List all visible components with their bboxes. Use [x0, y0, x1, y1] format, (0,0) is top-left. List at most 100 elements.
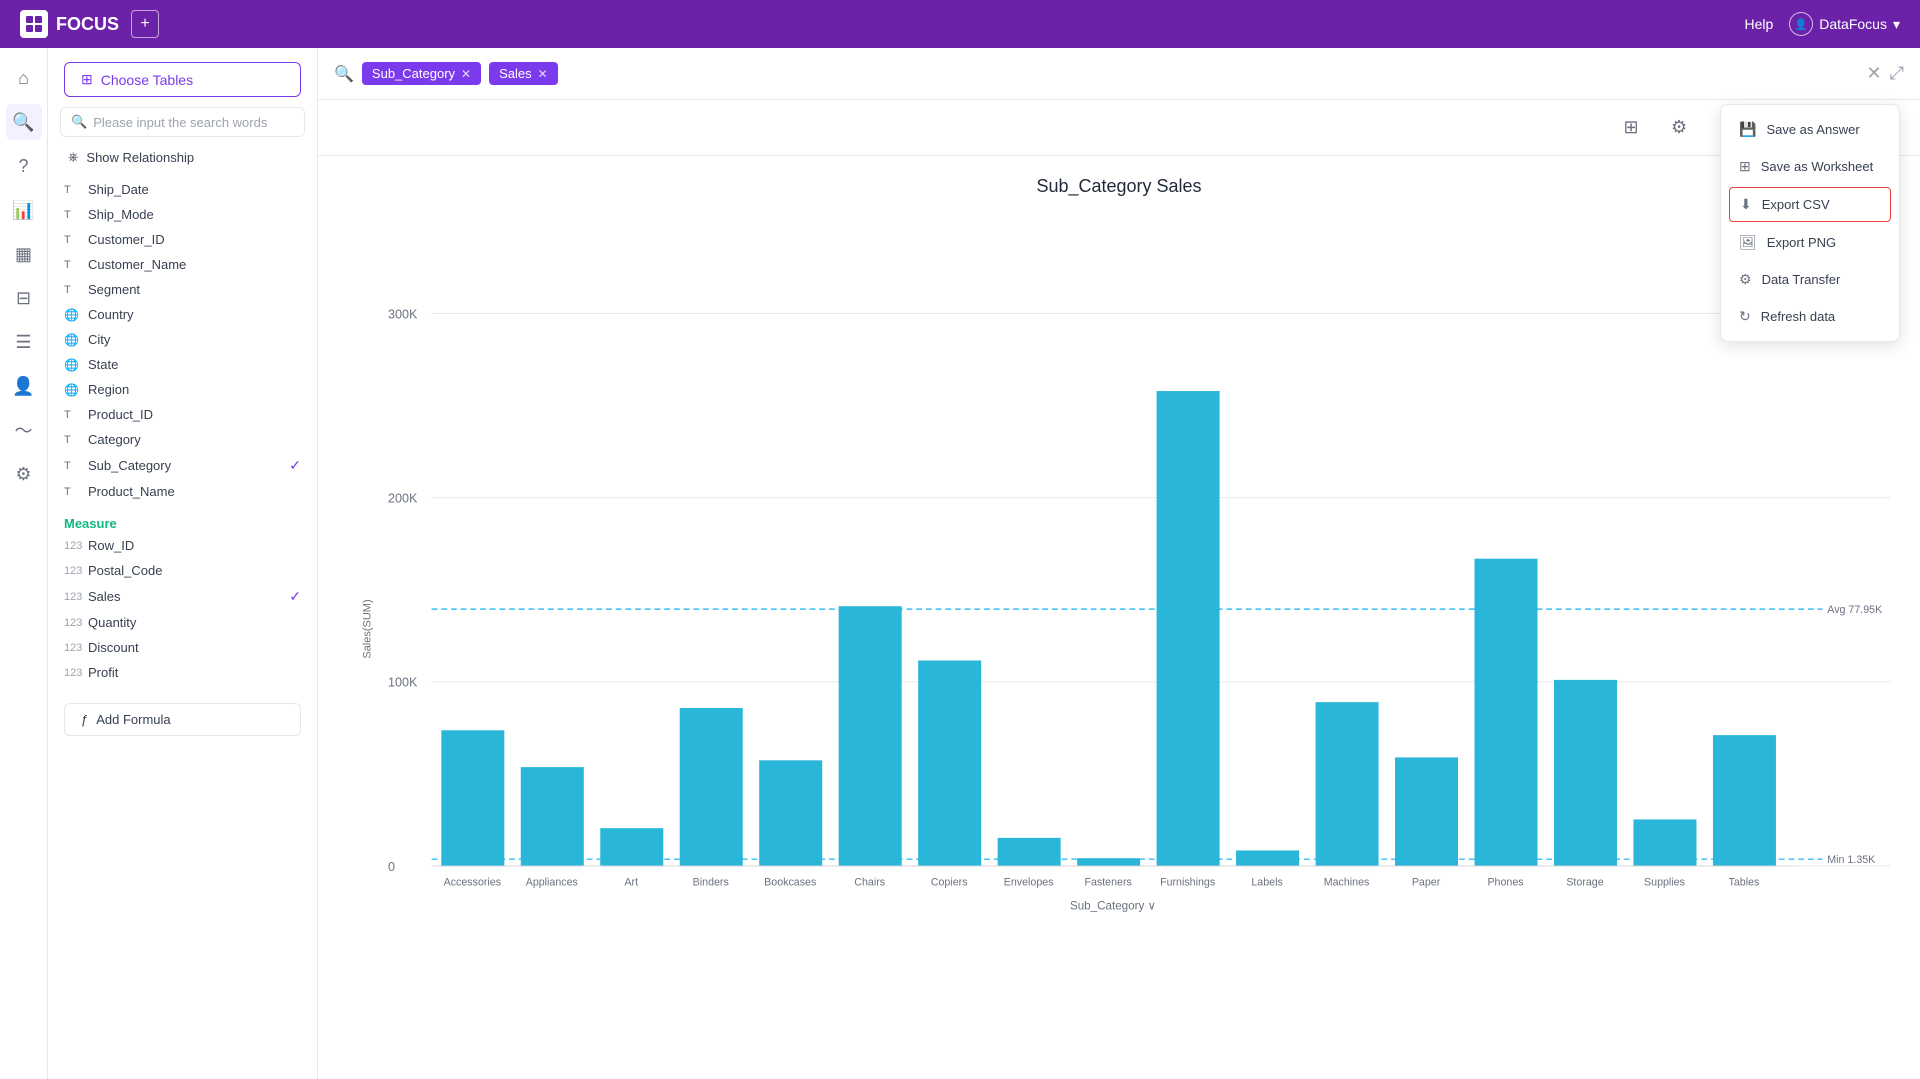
user-name: DataFocus	[1819, 16, 1887, 32]
tag-sub-category-label: Sub_Category	[372, 66, 455, 81]
measure-name: Discount	[88, 640, 139, 655]
table-icon: ⊞	[81, 71, 93, 88]
sidebar-list-icon[interactable]: ☰	[6, 324, 42, 360]
sidebar-board-icon[interactable]: ⊟	[6, 280, 42, 316]
search-input[interactable]	[566, 66, 1859, 82]
field-name: Segment	[88, 282, 140, 297]
field-check-icon: ✓	[289, 457, 301, 474]
sidebar-user-icon[interactable]: 👤	[6, 368, 42, 404]
field-item[interactable]: T Product_ID	[48, 402, 317, 427]
field-type-icon: T	[64, 284, 80, 296]
sidebar-home-icon[interactable]: ⌂	[6, 60, 42, 96]
relationship-icon: ⎈	[68, 149, 78, 165]
field-item[interactable]: T Product_Name	[48, 479, 317, 504]
new-tab-button[interactable]: +	[131, 10, 159, 38]
sidebar-question-icon[interactable]: ?	[6, 148, 42, 184]
tag-sales-label: Sales	[499, 66, 532, 81]
actions-dropdown: 💾 Save as Answer ⊞ Save as Worksheet ⬇ E…	[1720, 104, 1900, 342]
navbar-right: Help 👤 DataFocus ▾	[1744, 12, 1900, 36]
data-transfer-item[interactable]: ⚙ Data Transfer	[1721, 261, 1899, 298]
measure-name: Quantity	[88, 615, 136, 630]
measure-type-icon: 123	[64, 667, 80, 679]
field-search-box[interactable]: 🔍 Please input the search words	[60, 107, 305, 137]
measure-item[interactable]: 123 Row_ID	[48, 533, 317, 558]
export-png-item[interactable]: 🖼 Export PNG	[1721, 224, 1899, 261]
export-csv-item[interactable]: ⬇ Export CSV	[1729, 187, 1891, 222]
svg-text:Bookcases: Bookcases	[764, 876, 816, 888]
svg-text:Sub_Category ∨: Sub_Category ∨	[1070, 900, 1156, 913]
save-as-worksheet-item[interactable]: ⊞ Save as Worksheet	[1721, 148, 1899, 185]
measure-type-icon: 123	[64, 642, 80, 654]
transfer-icon: ⚙	[1739, 271, 1752, 288]
field-item[interactable]: 🌐 Country	[48, 302, 317, 327]
main-layout: ⌂ 🔍 ? 📊 ▦ ⊟ ☰ 👤 〜 ⚙ ⊞ Choose Tables 🔍 Pl…	[0, 48, 1920, 1079]
refresh-data-item[interactable]: ↻ Refresh data	[1721, 298, 1899, 335]
chart-svg-area: 300K 200K 100K 0 Avg 77.95K	[388, 207, 1900, 1050]
export-png-label: Export PNG	[1767, 235, 1836, 250]
field-item-left: T Segment	[64, 282, 140, 297]
field-item[interactable]: 🌐 Region	[48, 377, 317, 402]
tag-sales-close[interactable]: ✕	[538, 67, 548, 81]
layout-icon-button[interactable]: ⊞	[1613, 110, 1649, 146]
field-item-left: T Product_ID	[64, 407, 153, 422]
measure-item-left: 123 Discount	[64, 640, 139, 655]
field-item-left: T Sub_Category	[64, 458, 171, 473]
save-as-answer-item[interactable]: 💾 Save as Answer	[1721, 111, 1899, 148]
svg-text:Paper: Paper	[1412, 876, 1441, 888]
field-item-left: T Product_Name	[64, 484, 175, 499]
show-relationship-toggle[interactable]: ⎈ Show Relationship	[60, 145, 305, 169]
refresh-data-label: Refresh data	[1761, 309, 1835, 324]
tag-sub-category-close[interactable]: ✕	[461, 67, 471, 81]
sidebar-analytics-icon[interactable]: 〜	[6, 412, 42, 448]
sidebar-settings-icon[interactable]: ⚙	[6, 456, 42, 492]
field-item-left: 🌐 State	[64, 357, 118, 372]
measure-item[interactable]: 123 Profit	[48, 660, 317, 685]
help-link[interactable]: Help	[1744, 16, 1773, 32]
measures-section-label: Measure	[48, 512, 317, 533]
measure-item[interactable]: 123 Postal_Code	[48, 558, 317, 583]
field-item[interactable]: T Category	[48, 427, 317, 452]
search-placeholder: Please input the search words	[93, 115, 267, 130]
add-formula-button[interactable]: ƒ Add Formula	[64, 703, 301, 736]
field-item-left: 🌐 Region	[64, 382, 129, 397]
search-bar-icon[interactable]: 🔍	[334, 64, 354, 84]
choose-tables-button[interactable]: ⊞ Choose Tables	[64, 62, 301, 97]
measure-item[interactable]: 123 Sales ✓	[48, 583, 317, 610]
content-area: 🔍 Sub_Category ✕ Sales ✕ ✕ ⤢ ⊞ ⚙ ▦ ↻ Act…	[318, 48, 1920, 1079]
measure-item-left: 123 Postal_Code	[64, 563, 162, 578]
field-item[interactable]: T Segment	[48, 277, 317, 302]
user-avatar: 👤	[1789, 12, 1813, 36]
sidebar-search-icon[interactable]: 🔍	[6, 104, 42, 140]
measure-item[interactable]: 123 Discount	[48, 635, 317, 660]
field-item[interactable]: T Ship_Date	[48, 177, 317, 202]
field-item[interactable]: T Customer_Name	[48, 252, 317, 277]
sidebar-chart-icon[interactable]: 📊	[6, 192, 42, 228]
sidebar-table-icon[interactable]: ▦	[6, 236, 42, 272]
measure-name: Row_ID	[88, 538, 134, 553]
export-png-icon: 🖼	[1739, 234, 1757, 251]
measure-item[interactable]: 123 Quantity	[48, 610, 317, 635]
svg-text:Avg 77.95K: Avg 77.95K	[1827, 604, 1882, 616]
save-as-worksheet-label: Save as Worksheet	[1761, 159, 1873, 174]
field-type-icon: 🌐	[64, 333, 80, 347]
svg-text:Chairs: Chairs	[854, 876, 885, 888]
choose-tables-label: Choose Tables	[101, 72, 193, 88]
svg-text:Envelopes: Envelopes	[1004, 876, 1054, 888]
settings-icon-button[interactable]: ⚙	[1661, 110, 1697, 146]
chart-container: Sales(SUM) 300K 200K 100K 0	[338, 207, 1900, 1050]
data-transfer-label: Data Transfer	[1762, 272, 1841, 287]
logo-icon	[20, 10, 48, 38]
field-item[interactable]: T Sub_Category ✓	[48, 452, 317, 479]
expand-search-icon[interactable]: ⤢	[1890, 63, 1904, 84]
field-type-icon: T	[64, 409, 80, 421]
clear-search-icon[interactable]: ✕	[1867, 63, 1882, 84]
field-item[interactable]: T Customer_ID	[48, 227, 317, 252]
field-item[interactable]: T Ship_Mode	[48, 202, 317, 227]
svg-text:Accessories: Accessories	[444, 876, 501, 888]
measure-type-icon: 123	[64, 540, 80, 552]
user-menu-button[interactable]: 👤 DataFocus ▾	[1789, 12, 1900, 36]
field-item[interactable]: 🌐 State	[48, 352, 317, 377]
field-type-icon: T	[64, 259, 80, 271]
field-item[interactable]: 🌐 City	[48, 327, 317, 352]
field-name: Customer_ID	[88, 232, 165, 247]
